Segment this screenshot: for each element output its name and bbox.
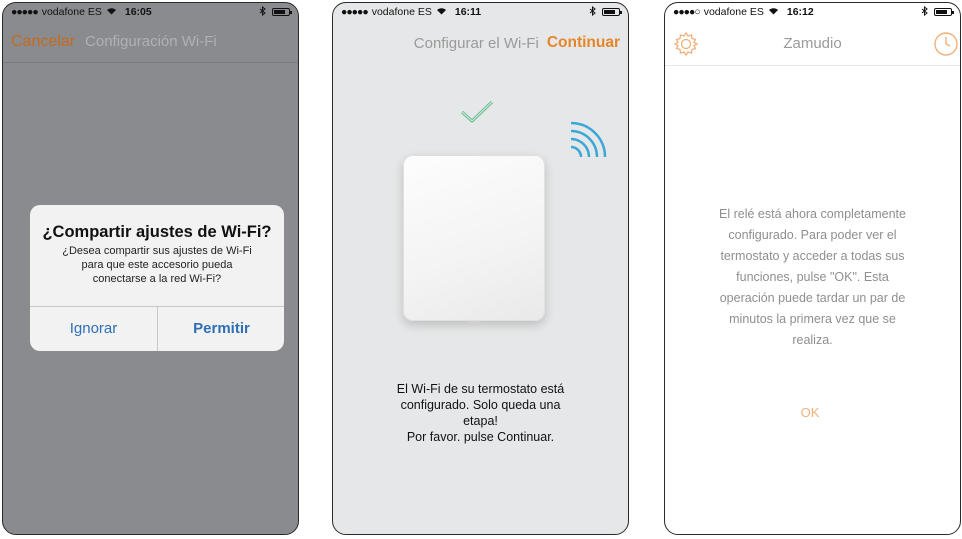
wifi-icon: [768, 7, 779, 18]
alert-message-line: conectarse a la red Wi-Fi?: [92, 273, 222, 285]
message-line: configurado. Para poder ver el: [728, 228, 897, 242]
wifi-signal-icon: [567, 121, 607, 166]
phone-screen-wifi-configured: ●●●●● vodafone ES 16:11 Configurar el Wi…: [332, 2, 629, 535]
gear-icon[interactable]: [673, 31, 699, 62]
message-line: El relé está ahora completamente: [719, 207, 906, 221]
message-line: realiza.: [792, 333, 833, 347]
nav-title: Configuración Wi-Fi: [85, 33, 217, 50]
message-line: funciones, pulse "OK". Esta: [736, 270, 889, 284]
alert-message: ¿Desea compartir sus ajustes de Wi-Fi pa…: [40, 244, 274, 286]
signal-dots: ●●●●●: [11, 6, 39, 18]
message-line: minutos la primera vez que se: [729, 312, 896, 326]
status-bar: ●●●●● vodafone ES 16:05: [3, 3, 298, 21]
signal-dots: ●●●●●: [341, 6, 369, 18]
battery-icon: [272, 8, 292, 16]
status-time: 16:11: [454, 6, 482, 18]
carrier-label: vodafone ES: [371, 6, 432, 18]
thermostat-device-image: [403, 155, 545, 325]
status-bar: ●●●●● vodafone ES 16:11: [333, 3, 628, 21]
relay-configured-message: El relé está ahora completamente configu…: [695, 204, 930, 351]
share-wifi-alert: ¿Compartir ajustes de Wi-Fi? ¿Desea comp…: [30, 205, 284, 351]
bluetooth-icon: [921, 5, 928, 19]
message-line: etapa!: [463, 414, 498, 428]
status-time: 16:05: [124, 6, 152, 18]
message-line: Por favor. pulse Continuar.: [406, 430, 555, 444]
nav-bar: Configurar el Wi-Fi Continuar: [333, 21, 628, 65]
nav-bar: Zamudio: [665, 21, 960, 66]
message-line: El Wi-Fi de su termostato está: [396, 382, 565, 396]
check-icon: [459, 99, 495, 130]
clock-icon[interactable]: [933, 31, 959, 62]
message-line: operación puede tardar un par de: [719, 291, 906, 305]
nav-title: Configurar el Wi-Fi: [413, 34, 539, 52]
status-time: 16:12: [786, 6, 814, 18]
wifi-configured-message: El Wi-Fi de su termostato está configura…: [353, 381, 608, 445]
phone-screen-relay-configured: ●●●●○ vodafone ES 16:12 Zamudio El relé …: [664, 2, 961, 535]
phone-screen-share-wifi: ●●●●● vodafone ES 16:05 Cancelar Configu…: [2, 2, 299, 535]
status-bar: ●●●●○ vodafone ES 16:12: [665, 3, 960, 21]
bluetooth-icon: [589, 5, 596, 19]
battery-icon: [934, 8, 954, 16]
allow-button[interactable]: Permitir: [158, 306, 284, 351]
wifi-icon: [106, 7, 117, 18]
alert-title: ¿Compartir ajustes de Wi-Fi?: [42, 223, 272, 241]
alert-message-line: ¿Desea compartir sus ajustes de Wi-Fi: [62, 245, 252, 257]
ignore-button[interactable]: Ignorar: [30, 306, 157, 351]
carrier-label: vodafone ES: [703, 6, 764, 18]
bluetooth-icon: [259, 5, 266, 19]
continue-button[interactable]: Continuar: [547, 34, 620, 52]
cancel-button[interactable]: Cancelar: [11, 33, 75, 51]
signal-dots: ●●●●○: [673, 6, 701, 18]
carrier-label: vodafone ES: [41, 6, 102, 18]
nav-bar: Cancelar Configuración Wi-Fi: [3, 21, 298, 63]
message-line: termostato y acceder a todas sus: [720, 249, 905, 263]
message-line: configurado. Solo queda una: [400, 398, 561, 412]
wifi-icon: [436, 7, 447, 18]
nav-title: Zamudio: [783, 34, 842, 52]
battery-icon: [602, 8, 622, 16]
ok-button[interactable]: OK: [780, 405, 840, 420]
alert-message-line: para que este accesorio pueda: [81, 259, 233, 271]
